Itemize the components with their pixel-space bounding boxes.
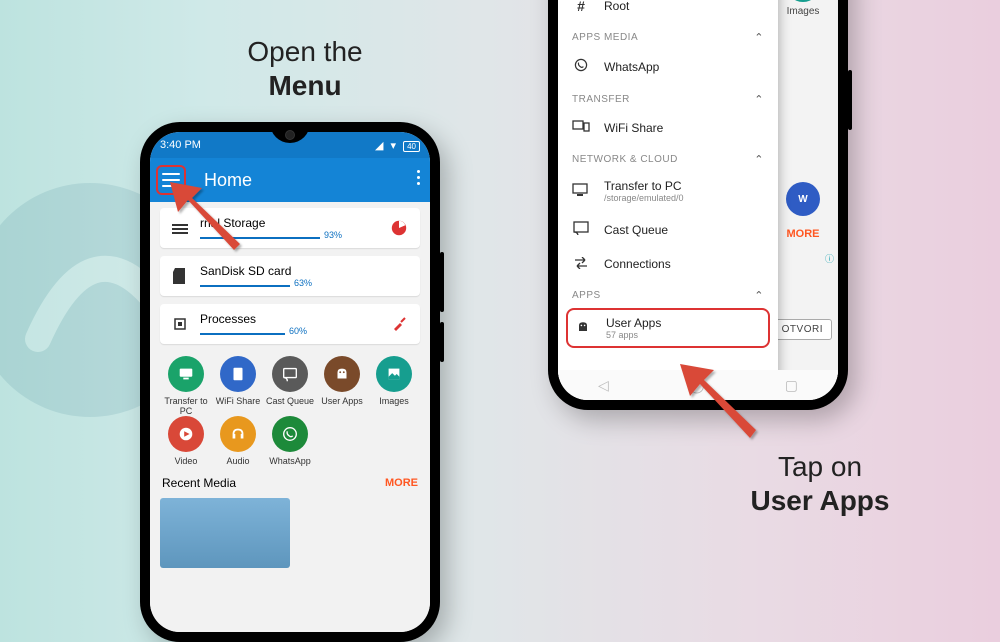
- signal-icon: ◢: [375, 140, 383, 152]
- images-icon: [786, 0, 820, 2]
- drawer-item-connections[interactable]: Connections: [558, 247, 778, 281]
- drawer-header-apps[interactable]: APPS ⌃: [558, 281, 778, 306]
- drawer-sublabel: 57 apps: [606, 330, 661, 340]
- phone-right: Images MORE W ⓘ OTVORI Phone Storage # R…: [548, 0, 848, 410]
- more-link[interactable]: MORE: [787, 228, 820, 240]
- android-icon: [574, 319, 592, 338]
- drawer-item-whatsapp[interactable]: WhatsApp: [558, 48, 778, 85]
- tile-label: Video: [175, 456, 198, 466]
- arrow-to-user-apps: [672, 358, 772, 458]
- more-link[interactable]: MORE: [385, 477, 418, 489]
- drawer-label: Connections: [604, 257, 671, 271]
- status-time: 3:40 PM: [160, 139, 201, 151]
- chevron-up-icon: ⌃: [754, 93, 764, 106]
- drawer-label: Transfer to PC: [604, 179, 682, 193]
- drawer-item-root[interactable]: # Root: [558, 0, 778, 23]
- sd-icon: [170, 268, 190, 284]
- broom-icon: [388, 316, 410, 332]
- drawer-label: User Apps: [606, 316, 661, 330]
- card-percent: 60%: [289, 326, 307, 336]
- drawer-label: Root: [604, 0, 629, 13]
- overflow-menu-button[interactable]: [417, 170, 420, 185]
- recent-media-header: Recent Media MORE: [160, 472, 420, 494]
- drawer-label: Cast Queue: [604, 223, 668, 237]
- caption-left-line1: Open the: [247, 36, 362, 67]
- tile-label: Cast Queue: [266, 396, 314, 406]
- battery-icon: 40: [403, 141, 420, 152]
- drawer-label: WiFi Share: [604, 121, 663, 135]
- side-button: [440, 322, 444, 362]
- tile-cast-queue[interactable]: Cast Queue: [264, 356, 316, 416]
- tile-wifi-share[interactable]: WiFi Share: [212, 356, 264, 416]
- card-percent: 93%: [324, 230, 342, 240]
- tile-transfer-pc[interactable]: Transfer to PC: [160, 356, 212, 416]
- tile-label: WiFi Share: [216, 396, 261, 406]
- ad-badge: ⓘ: [825, 252, 834, 265]
- tile-label: Transfer to PC: [164, 396, 207, 416]
- tile-images[interactable]: Images: [368, 356, 420, 416]
- wifi-icon: ▾: [391, 140, 397, 152]
- tile-label: Images: [379, 396, 409, 406]
- status-icons: ◢ ▾ 40: [371, 139, 420, 152]
- arrow-to-menu: [164, 178, 254, 268]
- pc-icon: [572, 183, 590, 200]
- chip-icon: [170, 316, 190, 332]
- tile-video[interactable]: Video: [160, 416, 212, 466]
- chevron-up-icon: ⌃: [754, 31, 764, 44]
- nav-back-icon[interactable]: ◁: [598, 377, 609, 394]
- caption-left: Open the Menu: [215, 35, 395, 102]
- background-pane: Images MORE W ⓘ: [768, 0, 838, 400]
- drawer-item-user-apps[interactable]: User Apps 57 apps: [566, 308, 770, 348]
- pie-icon: [388, 219, 410, 237]
- chevron-up-icon: ⌃: [754, 289, 764, 302]
- drawer-item-wifi-share[interactable]: WiFi Share: [558, 110, 778, 145]
- tile-label: User Apps: [321, 396, 363, 406]
- drawer-item-cast-queue[interactable]: Cast Queue: [558, 212, 778, 247]
- side-button: [440, 252, 444, 312]
- devices-icon: [572, 119, 590, 136]
- drawer-header-transfer[interactable]: TRANSFER ⌃: [558, 85, 778, 110]
- tile-whatsapp[interactable]: WhatsApp: [264, 416, 316, 466]
- drawer-sublabel: /storage/emulated/0: [604, 193, 684, 203]
- images-label: Images: [787, 6, 820, 17]
- hash-icon: #: [572, 0, 590, 14]
- caption-left-line2: Menu: [268, 70, 341, 101]
- drawer-header-apps-media[interactable]: APPS MEDIA ⌃: [558, 23, 778, 48]
- drawer-item-transfer-pc[interactable]: Transfer to PC /storage/emulated/0: [558, 170, 778, 212]
- tile-audio[interactable]: Audio: [212, 416, 264, 466]
- card-label: Processes: [200, 312, 256, 326]
- cast-icon: [572, 221, 590, 238]
- storage-card-processes[interactable]: Processes 60%: [160, 304, 420, 344]
- swap-icon: [572, 256, 590, 272]
- drawer-label: WhatsApp: [604, 60, 659, 74]
- nav-recents-icon[interactable]: ▢: [785, 377, 798, 394]
- word-icon: W: [786, 182, 820, 216]
- caption-right: Tap on User Apps: [720, 450, 920, 517]
- whatsapp-icon: [572, 57, 590, 76]
- side-button: [848, 70, 852, 130]
- caption-right-line2: User Apps: [750, 485, 889, 516]
- tile-label: WhatsApp: [269, 456, 311, 466]
- card-percent: 63%: [294, 278, 312, 288]
- chevron-up-icon: ⌃: [754, 153, 764, 166]
- tile-label: Audio: [226, 456, 249, 466]
- recent-media-label: Recent Media: [162, 476, 236, 490]
- drawer-header-network[interactable]: NETWORK & CLOUD ⌃: [558, 145, 778, 170]
- otvori-button[interactable]: OTVORI: [773, 319, 832, 340]
- tile-user-apps[interactable]: User Apps: [316, 356, 368, 416]
- caption-right-line1: Tap on: [778, 451, 862, 482]
- navigation-drawer: Phone Storage # Root APPS MEDIA ⌃ WhatsA…: [558, 0, 778, 400]
- media-thumbnail[interactable]: [160, 498, 290, 568]
